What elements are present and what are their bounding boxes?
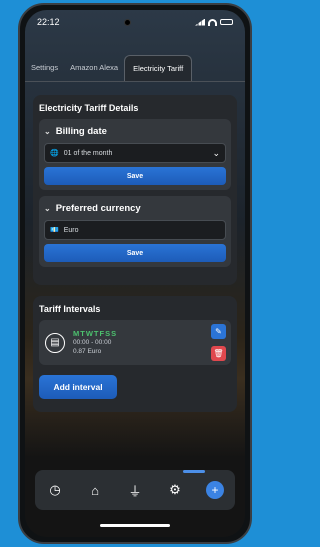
- interval-days: MTWTFSS: [73, 329, 118, 338]
- billing-label: Billing date: [55, 125, 107, 137]
- interval-time: 00:00 - 00:00: [73, 339, 112, 346]
- tab-bar: Settings Amazon Alexa Electricity Tariff: [25, 55, 245, 81]
- currency-value: Euro: [63, 226, 79, 234]
- gear-icon[interactable]: ⚙: [164, 479, 186, 501]
- tab-settings[interactable]: Settings: [25, 55, 64, 81]
- tariff-details-card: Electricity Tariff Details ⌄ Billing dat…: [33, 95, 237, 285]
- status-icons: [195, 18, 233, 26]
- chevron-down-icon: ⌄: [44, 126, 51, 136]
- billing-date-select[interactable]: 🌐 01 of the month ⌄: [44, 143, 226, 163]
- interval-info: MTWTFSS 00:00 - 00:00 0.87 Euro: [73, 329, 117, 356]
- add-icon[interactable]: +: [204, 479, 226, 501]
- home-indicator: [100, 524, 170, 527]
- currency-input[interactable]: 💶 Euro: [44, 220, 226, 240]
- billing-date-value: 01 of the month: [63, 149, 113, 157]
- details-title: Electricity Tariff Details: [39, 103, 139, 113]
- chevron-down-icon: ⌄: [44, 203, 51, 213]
- currency-save-button[interactable]: Save: [44, 244, 226, 262]
- edit-icon[interactable]: ✎: [211, 324, 226, 339]
- bottom-nav: ◷ ⌂ ⏚ ⚙ +: [35, 470, 235, 510]
- globe-icon: 🌐: [50, 150, 59, 157]
- tab-amazon-alexa[interactable]: Amazon Alexa: [64, 55, 124, 81]
- currency-header[interactable]: ⌄ Preferred currency: [44, 200, 226, 216]
- tariff-intervals-card: Tariff Intervals ▤ MTWTFSS 00:00 - 00:00…: [33, 296, 237, 412]
- home-icon[interactable]: ⌂: [84, 479, 106, 501]
- wifi-icon: [208, 18, 217, 26]
- battery-icon: [220, 19, 233, 25]
- calendar-icon: ▤: [45, 332, 65, 353]
- interval-price: 0.87 Euro: [73, 348, 102, 355]
- active-indicator: [183, 470, 205, 473]
- interval-item: ▤ MTWTFSS 00:00 - 00:00 0.87 Euro ✎ 🗑: [39, 320, 231, 365]
- currency-section: ⌄ Preferred currency 💶 Euro Save: [39, 196, 231, 267]
- delete-icon[interactable]: 🗑: [211, 346, 226, 361]
- currency-label: Preferred currency: [55, 202, 141, 214]
- signal-icon: [195, 18, 205, 26]
- dropdown-chevron-icon: ⌄: [212, 147, 220, 158]
- tab-electricity-tariff[interactable]: Electricity Tariff: [124, 55, 193, 81]
- dashboard-icon[interactable]: ◷: [44, 479, 66, 501]
- camera-icon: [123, 18, 131, 26]
- billing-header[interactable]: ⌄ Billing date: [44, 123, 226, 139]
- plug-icon[interactable]: ⏚: [124, 479, 146, 501]
- billing-save-button[interactable]: Save: [44, 167, 226, 185]
- tab-divider: [25, 81, 245, 82]
- screen: 22:12 Settings Amazon Alexa Electricity …: [25, 10, 245, 537]
- phone-frame: 22:12 Settings Amazon Alexa Electricity …: [18, 3, 252, 544]
- money-icon: 💶: [50, 227, 59, 234]
- intervals-title: Tariff Intervals: [39, 304, 101, 314]
- status-time: 22:12: [37, 17, 60, 27]
- status-bar: 22:12: [25, 10, 245, 34]
- billing-section: ⌄ Billing date 🌐 01 of the month ⌄ Save: [39, 119, 231, 190]
- add-interval-button[interactable]: Add interval: [39, 375, 117, 399]
